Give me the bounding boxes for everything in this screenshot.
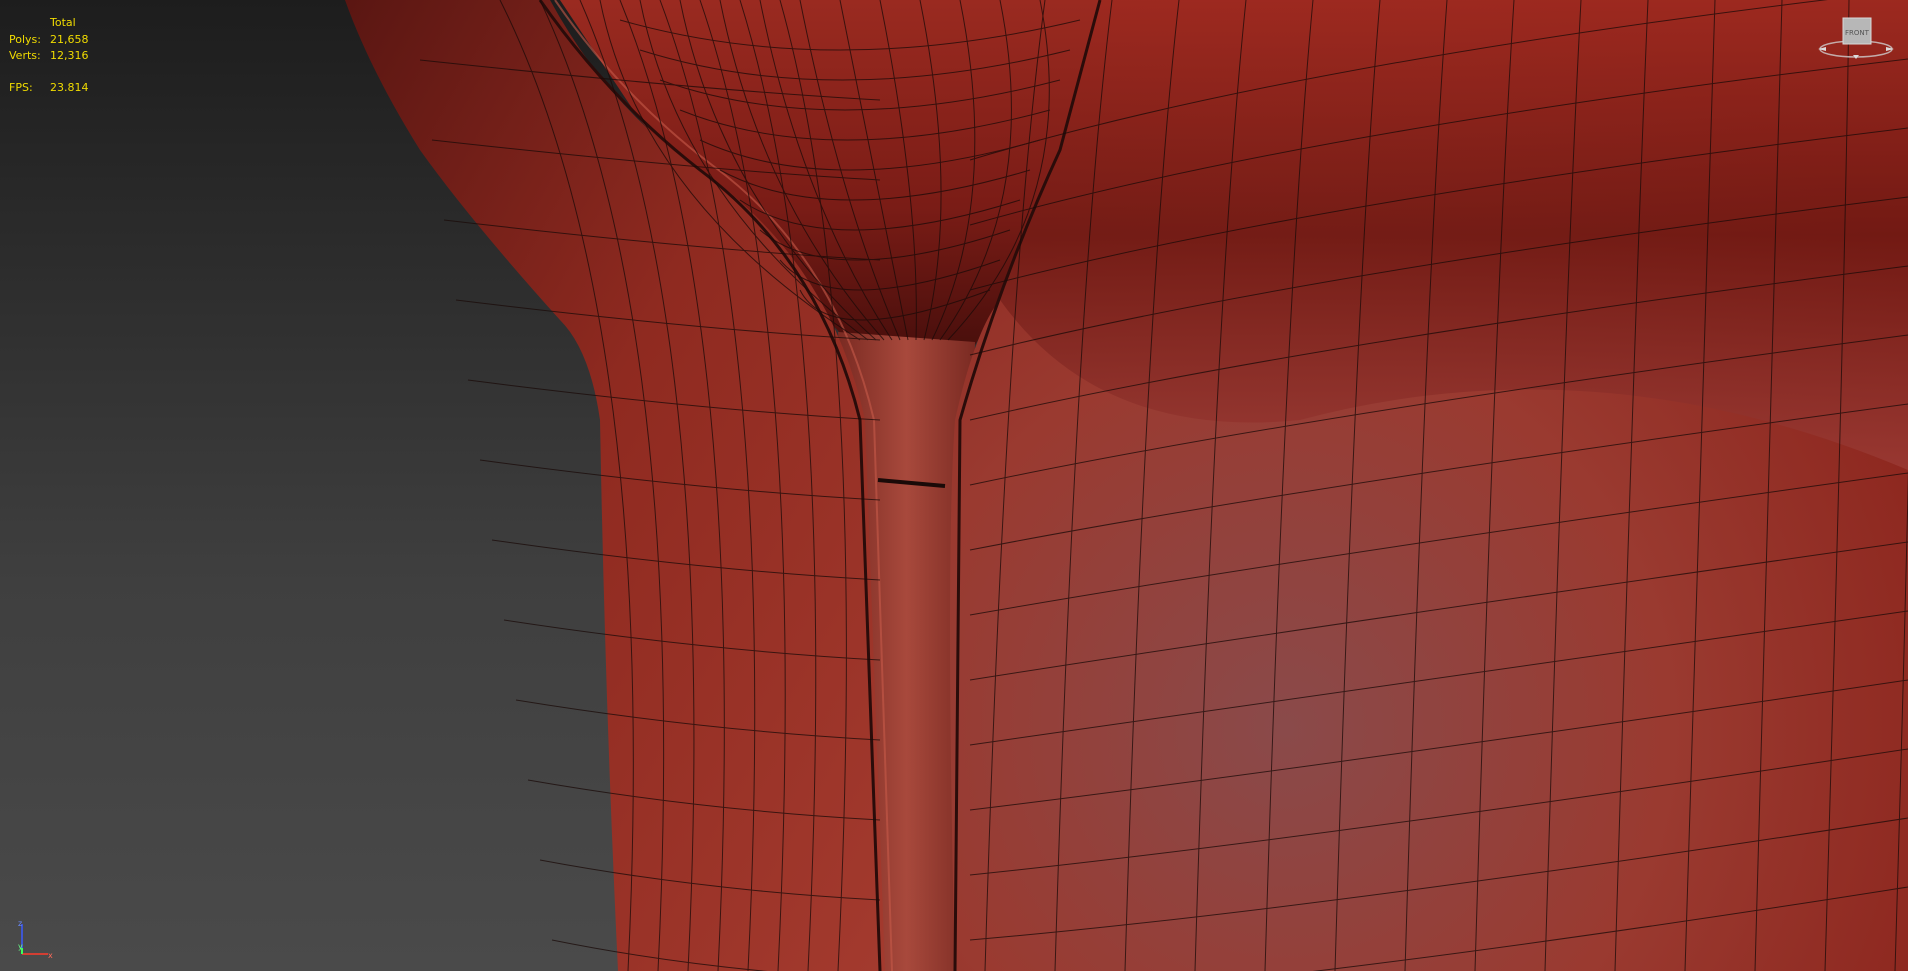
verts-label: Verts:: [9, 49, 41, 62]
axis-x-label: x: [48, 951, 53, 960]
polys-label: Polys:: [9, 33, 41, 46]
axis-gizmo: z y x: [12, 918, 58, 964]
stats-panel: Polys: 21,658 Verts: 12,316 FPS: 23.814: [9, 32, 89, 96]
verts-value: 12,316: [50, 49, 89, 62]
viewcube[interactable]: FRONT: [1816, 14, 1896, 64]
polys-value: 21,658: [50, 33, 89, 46]
polys-row: Polys: 21,658: [9, 32, 89, 48]
axis-gizmo-icon: z y x: [18, 919, 53, 960]
verts-row: Verts: 12,316: [9, 48, 89, 64]
axis-y-label: y: [18, 942, 23, 951]
viewcube-face-label: FRONT: [1845, 29, 1869, 37]
fps-row: FPS: 23.814: [9, 80, 89, 96]
fps-value: 23.814: [50, 81, 89, 94]
3d-viewport[interactable]: Total Polys: 21,658 Verts: 12,316 FPS: 2…: [0, 0, 1908, 971]
axis-z-label: z: [18, 919, 22, 928]
stats-header: Total: [50, 16, 76, 29]
mesh-render: [345, 0, 1908, 971]
fps-label: FPS:: [9, 81, 33, 94]
